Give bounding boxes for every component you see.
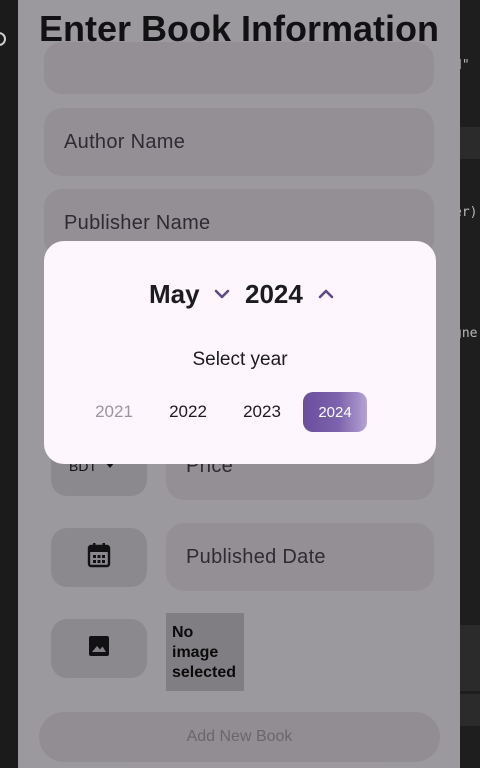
select-year-label: Select year (192, 349, 288, 370)
screen: d" er) gne Enter Book Information Author… (0, 0, 480, 768)
month-year-header: May 2024 (44, 279, 436, 313)
chevron-down-icon[interactable] (211, 283, 233, 305)
year-option-2022[interactable]: 2022 (156, 392, 220, 432)
editor-highlight-band (460, 127, 480, 159)
editor-highlight-band (460, 694, 480, 726)
chevron-up-icon[interactable] (315, 283, 337, 305)
record-icon (0, 32, 6, 46)
date-picker-dialog: May 2024 Select year 2021 2022 2023 2024 (44, 241, 436, 464)
year-option-2023[interactable]: 2023 (230, 392, 294, 432)
editor-highlight-band (460, 625, 480, 691)
year-selector[interactable]: 2024 (245, 279, 303, 310)
year-option-2024-selected[interactable]: 2024 (303, 392, 367, 432)
editor-right-pane (460, 0, 480, 768)
editor-left-gutter (0, 0, 18, 768)
year-option-2021[interactable]: 2021 (82, 392, 146, 432)
month-selector[interactable]: May (149, 279, 200, 310)
year-grid: 2021 2022 2023 2024 (44, 392, 436, 432)
